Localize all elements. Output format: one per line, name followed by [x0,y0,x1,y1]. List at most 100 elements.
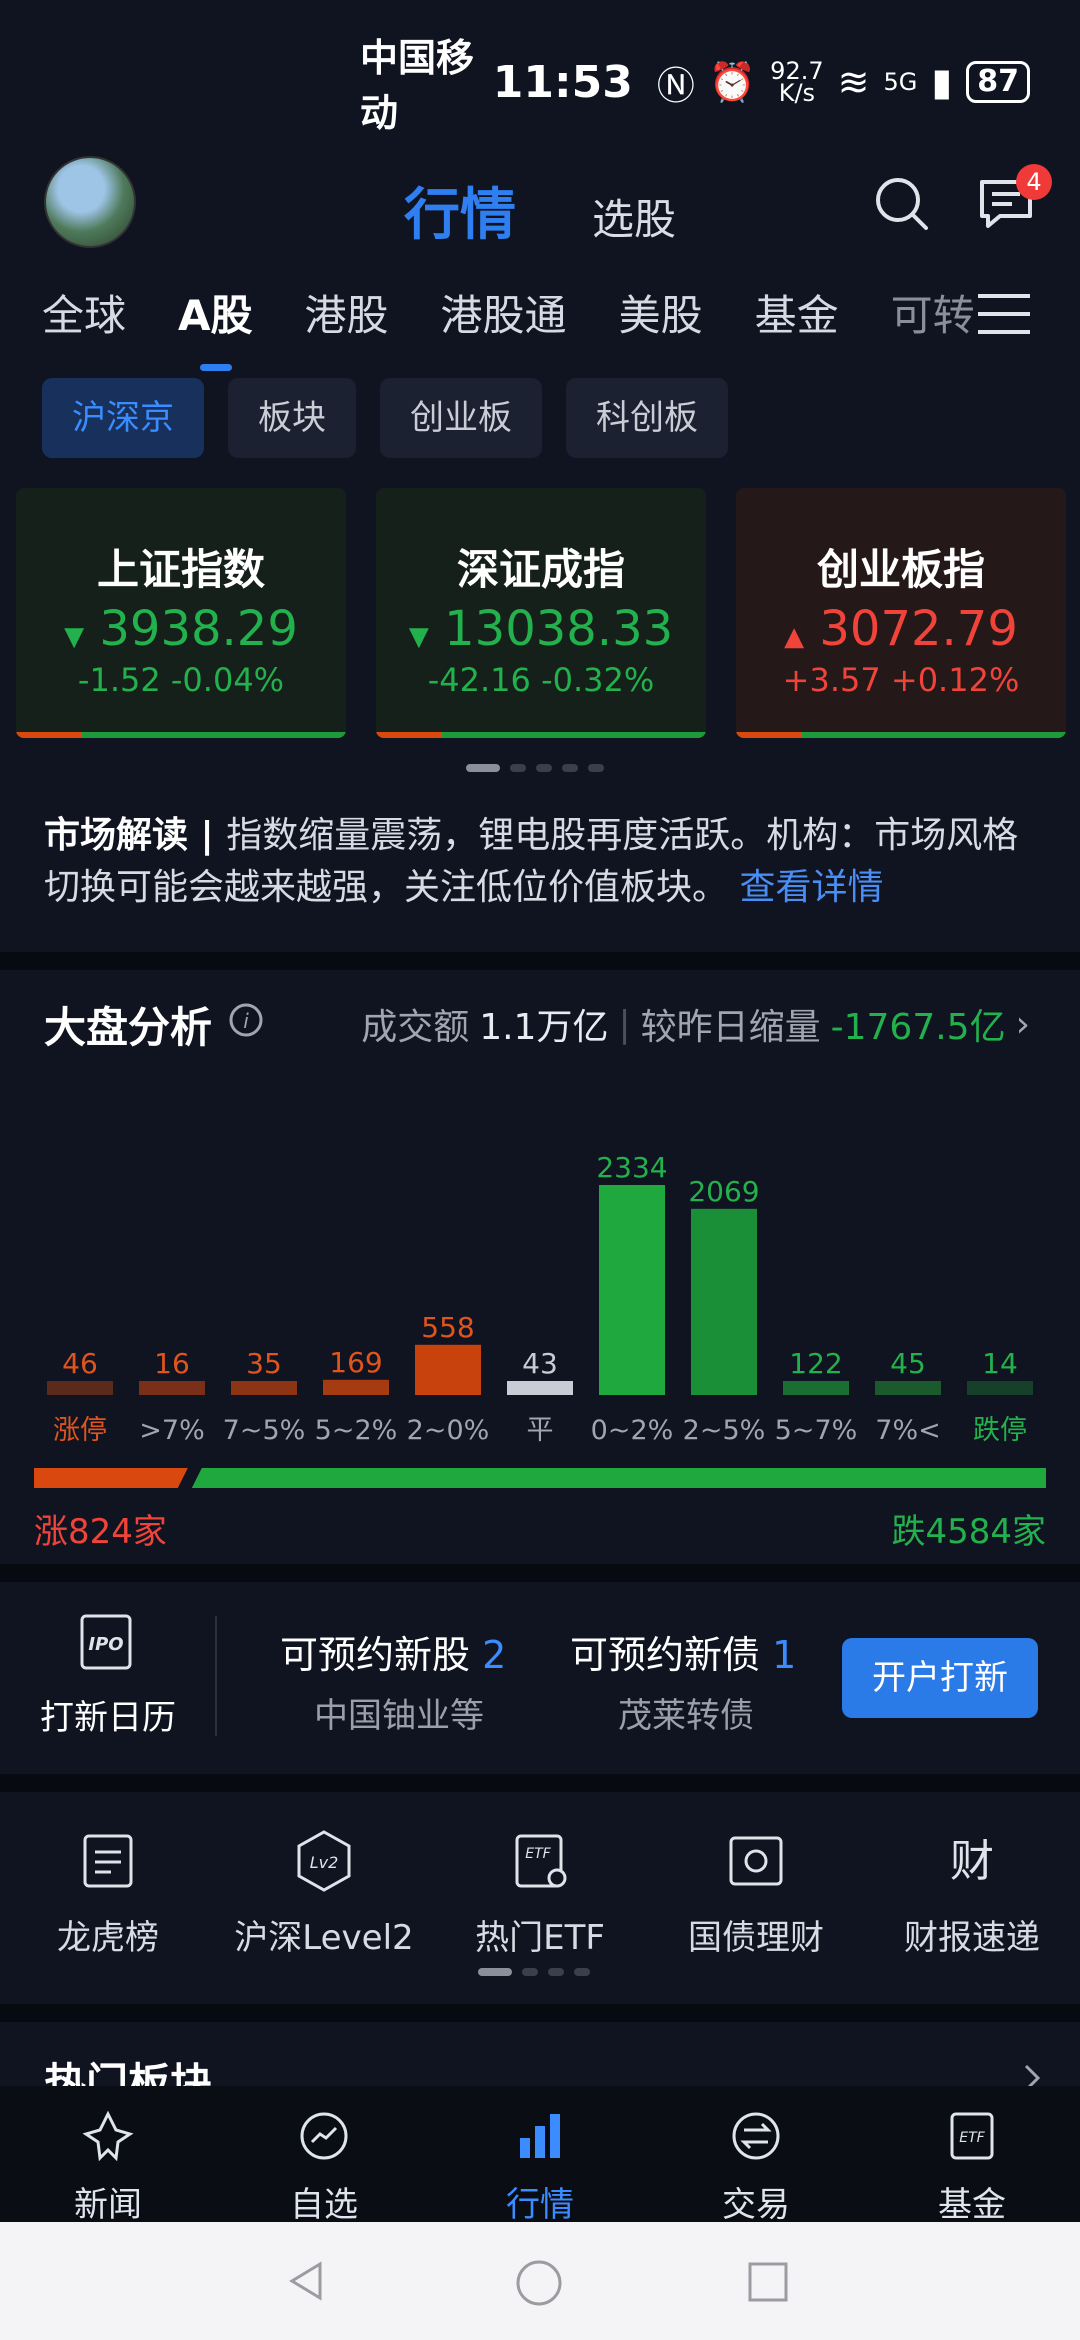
svg-text:i: i [243,1009,249,1033]
ipo-calendar-label[interactable]: 打新日历 [40,1690,176,1739]
home-icon[interactable] [514,2258,564,2308]
tab-fund[interactable]: 基金 [755,282,839,343]
dragon-tiger-list-icon [83,1834,133,1888]
tool-dragon-tiger[interactable]: 龙虎榜 [0,1828,216,1959]
tool-earnings[interactable]: 财 财报速递 [864,1828,1080,1959]
new-bonds-title[interactable]: 可预约新债 1 [570,1624,796,1679]
chart-bar [967,1381,1033,1395]
tool-etf[interactable]: ETF 热门ETF [432,1828,648,1959]
turnover-summary[interactable]: 成交额 1.1万亿 | 较昨日缩量 -1767.5亿 › [361,998,1030,1050]
index-change: +3.57 +0.12% [782,661,1020,699]
system-navigation-bar [0,2222,1080,2340]
market-commentary[interactable]: 市场解读 | 指数缩量震荡，锂电股再度活跃。机构：市场风格切换可能会越来越强，关… [44,810,1034,914]
tool-level2[interactable]: Lv2 沪深Level2 [216,1828,432,1959]
chart-value-label: 558 [421,1311,474,1344]
svg-text:财: 财 [950,1836,994,1887]
status-time: 11:53 [492,56,633,108]
menu-icon[interactable] [978,292,1030,336]
search-icon[interactable] [870,172,934,236]
tool-treasury[interactable]: 国债理财 [648,1828,864,1959]
ipo-calendar-icon[interactable]: IPO [76,1612,136,1672]
tab-us[interactable]: 美股 [619,282,703,343]
up-ratio-fill [34,1468,188,1488]
index-card-shenzhen[interactable]: 深证成指 ▼ 13038.33 -42.16 -0.32% [376,488,706,738]
chart-value-label: 45 [890,1347,926,1380]
new-stocks-title[interactable]: 可预约新股 2 [280,1624,506,1679]
stock-picker-tab[interactable]: 选股 [592,186,676,247]
chart-category-label: 2~5% [683,1415,766,1446]
chart-category-label: 7%< [875,1415,940,1446]
tab-a-shares[interactable]: A股 [178,282,253,371]
nav-news[interactable]: 新闻 [0,2086,216,2225]
index-change: -1.52 -0.04% [77,661,285,699]
subtab-chinext[interactable]: 创业板 [380,378,542,458]
chart-bar [47,1381,113,1395]
news-icon [82,2110,134,2162]
up-down-ratio-bar [34,1468,1046,1488]
up-count: 涨824家 [34,1512,167,1552]
avatar[interactable] [44,156,136,248]
chart-category-label: 2~0% [407,1415,490,1446]
svg-text:Lv2: Lv2 [310,1853,339,1872]
chart-bar [323,1379,389,1395]
subtab-sectors[interactable]: 板块 [228,378,356,458]
index-card-shanghai[interactable]: 上证指数 ▼ 3938.29 -1.52 -0.04% [16,488,346,738]
message-badge: 4 [1016,164,1052,200]
turnover-value: 1.1万亿 [479,1007,609,1048]
tab-global[interactable]: 全球 [42,282,126,343]
battery-level: 87 [966,61,1030,103]
trade-icon [732,2112,780,2160]
chart-value-label: 43 [522,1347,558,1380]
tab-hk[interactable]: 港股 [305,282,389,343]
chart-bar [507,1381,573,1395]
info-icon[interactable]: i [228,1002,264,1038]
net-speed: 92.7 K/s [770,57,824,107]
back-icon[interactable] [284,2258,330,2304]
view-details-link[interactable]: 查看详情 [739,867,883,908]
subtab-sh-sz-bj[interactable]: 沪深京 [42,378,204,458]
nfc-icon: Ⓝ [656,63,695,108]
nav-trade[interactable]: 交易 [648,2086,864,2225]
chart-bar [875,1381,941,1395]
index-value: ▼ 13038.33 [408,601,674,657]
turnover-change: -1767.5亿 [830,1007,1006,1048]
signal-icon: ▮ [931,60,953,104]
chart-bar [599,1185,665,1395]
signal-label: 5G [883,68,918,96]
chart-bar [783,1381,849,1395]
chevron-right-icon: › [1015,1003,1030,1045]
carrier-name: 中国移动 [360,36,475,135]
new-stocks-sub: 中国铀业等 [314,1696,484,1736]
chart-category-label: >7% [139,1415,204,1446]
bottom-nav: 新闻 自选 行情 交易 ETF 基金 [0,2086,1080,2225]
chart-category-label: 5~7% [775,1415,858,1446]
chart-value-label: 35 [246,1347,282,1380]
page-title[interactable]: 行情 [404,170,516,251]
chart-category-label: 平 [527,1415,554,1446]
etf-icon: ETF [515,1834,567,1888]
index-change: -42.16 -0.32% [427,661,655,699]
nav-watchlist[interactable]: 自选 [216,2086,432,2225]
index-card-chinext[interactable]: 创业板指 ▲ 3072.79 +3.57 +0.12% [736,488,1066,738]
tab-hk-connect[interactable]: 港股通 [441,282,567,343]
svg-text:ETF: ETF [525,1846,551,1862]
index-value: ▲ 3072.79 [784,601,1018,657]
chart-category-label: 跌停 [973,1415,1027,1446]
chart-value-label: 46 [62,1347,98,1380]
watchlist-icon [300,2112,348,2160]
svg-text:IPO: IPO [88,1634,123,1655]
tab-convertible[interactable]: 可转 [891,282,975,343]
chart-category-label: 5~2% [315,1415,398,1446]
tools-page-dots [478,1968,590,1976]
wifi-icon: ≋ [837,60,870,104]
recents-icon[interactable] [746,2260,790,2304]
nav-fund[interactable]: ETF 基金 [864,2086,1080,2225]
index-value: ▼ 3938.29 [64,601,298,657]
nav-market[interactable]: 行情 [432,2086,648,2225]
open-account-button[interactable]: 开户打新 [842,1638,1038,1718]
chart-value-label: 2069 [688,1175,759,1208]
chart-category-label: 涨停 [53,1415,107,1446]
level2-icon: Lv2 [297,1830,351,1892]
subtab-star[interactable]: 科创板 [566,378,728,458]
fund-icon: ETF [950,2112,994,2160]
